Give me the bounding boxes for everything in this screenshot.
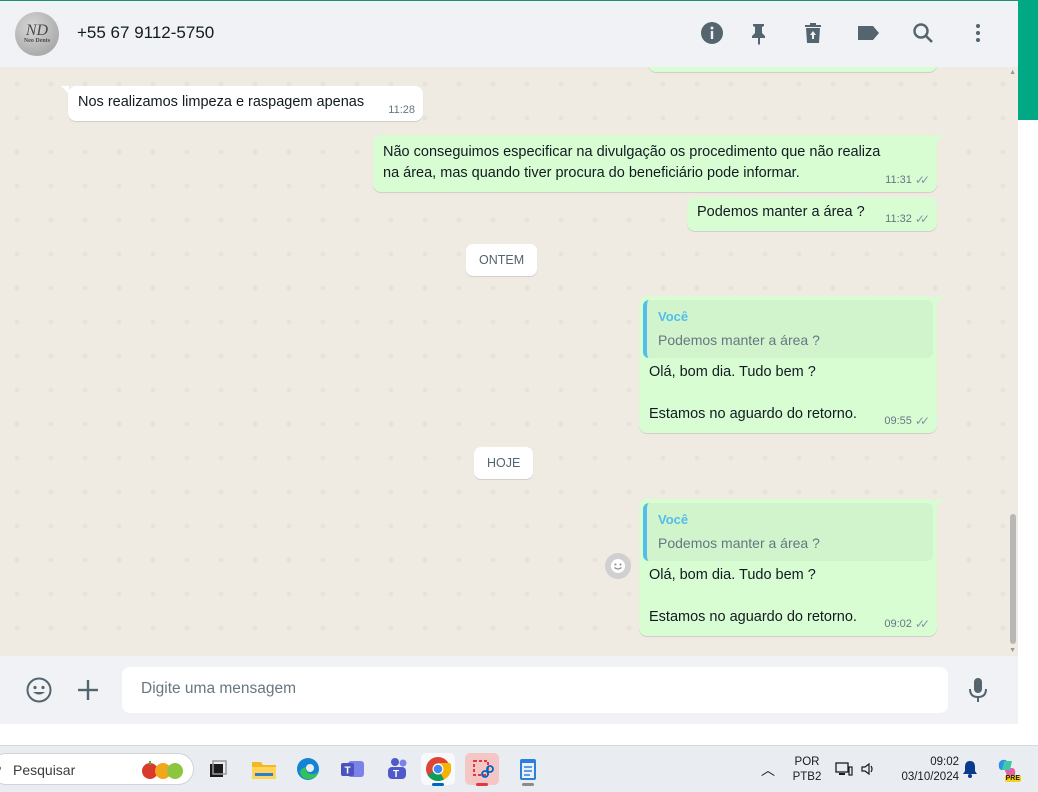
avatar-monogram: ND [25, 21, 49, 39]
chrome-icon[interactable] [421, 753, 455, 786]
time-label: 11:32 [885, 213, 912, 225]
taskbar: ⌕ Pesquisar T T ︿ POR PTB2 0 [0, 745, 1038, 792]
message-line: Estamos no aguardo do retorno. [649, 609, 857, 625]
message-list: Nos realizamos limpeza e raspagem apenas… [0, 67, 1018, 656]
double-check-icon: ✓✓ [914, 212, 930, 226]
clock-date: 03/10/2024 [901, 771, 959, 783]
copilot-icon[interactable]: PRE [995, 757, 1021, 782]
emoji-icon[interactable] [26, 677, 52, 708]
quoted-message[interactable]: Você Podemos manter a área ? [643, 300, 933, 358]
quote-text: Podemos manter a área ? [658, 535, 820, 551]
language-indicator[interactable]: POR PTB2 [791, 755, 823, 785]
window-edge [1018, 120, 1038, 724]
scroll-down-icon[interactable]: ▼ [1009, 647, 1016, 654]
message-bubble-out[interactable]: Você Podemos manter a área ? Olá, bom di… [639, 296, 944, 433]
attach-plus-icon[interactable] [76, 678, 100, 707]
notification-bell-icon[interactable] [962, 760, 978, 783]
message-line: Não conseguimos especificar na divulgaçã… [383, 144, 881, 160]
microphone-icon[interactable] [966, 676, 990, 709]
window-bottom-gap [0, 724, 1038, 745]
bubble-tail [936, 135, 944, 143]
message-line: na área, mas quando tiver procura do ben… [383, 165, 800, 181]
svg-text:T: T [393, 769, 399, 780]
avatar-name: Neo Dents [23, 37, 51, 44]
task-view-icon[interactable] [201, 753, 235, 785]
snipping-tool-icon[interactable] [465, 753, 499, 786]
time-label: 11:31 [885, 174, 912, 186]
pin-icon[interactable] [747, 21, 771, 45]
search-icon: ⌕ [0, 760, 2, 776]
clock-time: 09:02 [930, 756, 959, 768]
message-time: 11:28 [388, 104, 415, 116]
teams-icon[interactable]: T [336, 753, 370, 785]
active-indicator [432, 783, 444, 786]
clock[interactable]: 09:02 03/10/2024 [889, 755, 959, 785]
message-bubble-out[interactable]: Podemos manter a área ? 11:32 ✓✓ [687, 197, 937, 231]
notepad-icon[interactable] [511, 753, 545, 786]
message-line: Olá, bom dia. Tudo bem ? [649, 567, 816, 583]
edge-browser-icon[interactable] [291, 753, 325, 785]
message-text: Nos realizamos limpeza e raspagem apenas [78, 94, 365, 110]
teams-new-icon[interactable]: T [380, 753, 414, 785]
chevron-up-icon[interactable]: ︿ [761, 760, 775, 780]
file-explorer-icon[interactable] [247, 753, 281, 785]
volume-icon[interactable] [860, 761, 876, 782]
time-label: 09:02 [884, 618, 912, 630]
open-indicator [522, 783, 534, 786]
window-accent-bar [1018, 0, 1038, 120]
double-check-icon: ✓✓ [914, 414, 930, 428]
message-bubble-out[interactable]: Não conseguimos especificar na divulgaçã… [373, 135, 944, 192]
scrollbar-thumb[interactable] [1010, 514, 1016, 644]
message-text: Podemos manter a área ? [697, 204, 865, 220]
scroll-up-icon[interactable]: ▲ [1009, 69, 1016, 76]
keyboard-layout: PTB2 [792, 771, 822, 783]
date-divider: ONTEM [466, 244, 538, 276]
scrollbar[interactable]: ▲ ▼ [1008, 67, 1018, 656]
bubble-tail [936, 499, 944, 507]
chat-header: ND Neo Dents +55 67 9112-5750 [0, 0, 1018, 67]
message-bubble-partial[interactable] [648, 67, 937, 72]
info-icon[interactable] [700, 21, 724, 45]
contact-name[interactable]: +55 67 9112-5750 [77, 23, 214, 43]
message-bubble-out[interactable]: Você Podemos manter a área ? Olá, bom di… [639, 499, 944, 636]
search-label: Pesquisar [13, 762, 76, 778]
message-bubble-in[interactable]: Nos realizamos limpeza e raspagem apenas… [61, 86, 423, 121]
active-indicator [476, 783, 488, 786]
search-icon[interactable] [911, 21, 935, 45]
double-check-icon: ✓✓ [914, 173, 930, 187]
time-label: 11:28 [388, 104, 415, 116]
svg-text:T: T [345, 766, 351, 777]
message-time: 11:31 ✓✓ [885, 173, 930, 187]
date-divider: HOJE [474, 447, 534, 479]
input-placeholder: Digite uma mensagem [141, 680, 297, 697]
emoji-reaction-icon[interactable] [605, 553, 631, 579]
quote-author: Você [658, 309, 689, 324]
language-code: POR [794, 756, 820, 768]
bubble-tail [61, 86, 69, 94]
menu-icon[interactable] [966, 21, 990, 45]
bubble-tail [936, 296, 944, 304]
whatsapp-window: ND Neo Dents +55 67 9112-5750 Nos realiz… [0, 0, 1018, 724]
message-input[interactable]: Digite uma mensagem [122, 667, 948, 713]
network-icon[interactable] [835, 761, 853, 782]
compose-bar: Digite uma mensagem [0, 656, 1018, 724]
message-time: 11:32 ✓✓ [885, 212, 930, 226]
copilot-badge: PRE [1004, 775, 1021, 782]
time-label: 09:55 [884, 415, 912, 427]
quoted-message[interactable]: Você Podemos manter a área ? [643, 503, 933, 561]
fruit-icon [142, 761, 183, 779]
delete-icon[interactable] [801, 21, 825, 45]
message-line: Estamos no aguardo do retorno. [649, 406, 857, 422]
label-icon[interactable] [856, 21, 880, 45]
quote-text: Podemos manter a área ? [658, 332, 820, 348]
taskbar-search[interactable]: ⌕ Pesquisar [0, 753, 194, 785]
quote-author: Você [658, 512, 689, 527]
message-time: 09:02 ✓✓ [884, 617, 930, 631]
avatar[interactable]: ND Neo Dents [15, 12, 59, 56]
message-time: 09:55 ✓✓ [884, 414, 930, 428]
message-line: Olá, bom dia. Tudo bem ? [649, 364, 816, 380]
double-check-icon: ✓✓ [914, 617, 930, 631]
